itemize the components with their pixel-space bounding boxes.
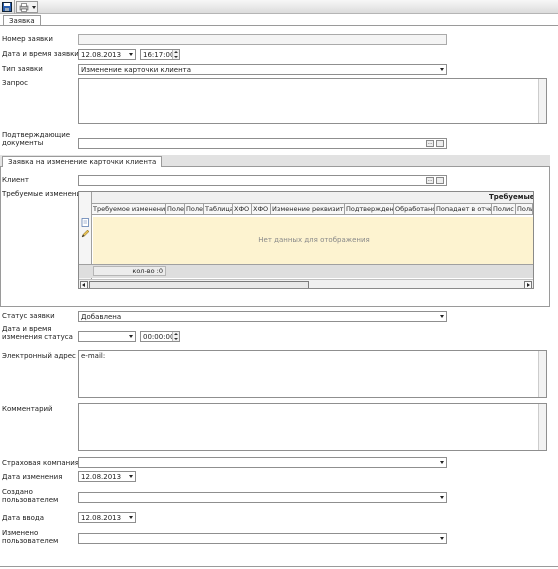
status-change-time-value: 00:00:00 [143, 333, 175, 341]
request-type-value: Изменение карточки клиента [81, 66, 192, 74]
request-time-value: 16:17:00 [143, 51, 175, 59]
request-type-label: Тип заявки [2, 65, 43, 73]
status-select[interactable]: Добавлена [78, 311, 447, 322]
time-spinner[interactable] [172, 332, 179, 341]
scroll-left-icon[interactable] [80, 281, 88, 288]
open-icon[interactable] [436, 177, 444, 184]
chevron-down-icon[interactable] [126, 472, 135, 481]
modified-by-select[interactable] [78, 533, 447, 544]
col-in-report[interactable]: Попадает в отчет [435, 204, 492, 215]
request-datetime-label: Дата и время заявки [2, 50, 79, 58]
input-date-value: 12.08.2013 [81, 514, 122, 522]
created-by-select[interactable] [78, 492, 447, 503]
grid-h-scrollbar[interactable] [79, 279, 533, 288]
confirm-docs-label: Подтверждающие [2, 131, 71, 139]
request-label: Запрос [2, 79, 28, 87]
toolbar [0, 0, 558, 14]
input-date-field[interactable]: 12.08.2013 [78, 512, 136, 523]
change-date-label: Дата изменения [2, 473, 63, 481]
col-table[interactable]: Таблица [204, 204, 233, 215]
comment-textarea[interactable] [78, 403, 547, 451]
col-hfo-2[interactable]: ХФО [252, 204, 271, 215]
print-dropdown-button[interactable] [16, 1, 38, 13]
col-attribute-change[interactable]: Изменение реквизита [271, 204, 345, 215]
request-date-field[interactable]: 12.08.2013 [78, 49, 136, 60]
request-date-value: 12.08.2013 [81, 51, 122, 59]
comment-scrollbar[interactable] [538, 404, 546, 450]
chevron-down-icon[interactable] [126, 332, 135, 341]
created-by-label-2: пользователем [2, 496, 59, 504]
open-icon[interactable] [436, 140, 444, 147]
created-by-label: Создано [2, 488, 33, 496]
change-date-value: 12.08.2013 [81, 473, 122, 481]
dots-button[interactable]: ... [426, 177, 434, 184]
status-change-time-field[interactable]: 00:00:00 [140, 331, 180, 342]
email-scrollbar[interactable] [538, 351, 546, 397]
grid-footer-count: кол-во :0 [93, 266, 166, 276]
status-change-label-2: изменения статуса [2, 333, 73, 341]
input-date-label: Дата ввода [2, 514, 45, 522]
print-icon [19, 3, 29, 14]
status-label: Статус заявки [2, 312, 55, 320]
chevron-down-icon[interactable] [437, 458, 446, 467]
edit-row-icon[interactable] [81, 229, 90, 238]
request-textarea[interactable] [78, 78, 547, 124]
client-label: Клиент [2, 176, 29, 184]
comment-label: Комментарий [2, 405, 53, 413]
grid-empty-text: Нет данных для отображения [258, 236, 370, 244]
chevron-down-icon[interactable] [437, 493, 446, 502]
chevron-down-icon[interactable] [126, 50, 135, 59]
confirm-docs-label-2: документы [2, 139, 44, 147]
request-number-field[interactable] [78, 34, 447, 45]
tab-client-card-change[interactable]: Заявка на изменение карточки клиента [2, 156, 163, 167]
insurer-label: Страховая компания [2, 459, 79, 467]
modified-by-label: Изменено [2, 529, 39, 537]
chevron-down-icon[interactable] [437, 312, 446, 321]
col-confirmed[interactable]: Подтверждено [345, 204, 394, 215]
request-number-label: Номер заявки [2, 35, 53, 43]
col-hfo-1[interactable]: ХФО [233, 204, 252, 215]
email-label: Электронный адрес [2, 352, 76, 360]
status-change-label: Дата и время [2, 325, 52, 333]
change-date-field[interactable]: 12.08.2013 [78, 471, 136, 482]
request-type-select[interactable]: Изменение карточки клиента [78, 64, 447, 75]
add-row-icon[interactable] [81, 218, 90, 227]
confirm-docs-field[interactable]: ... [78, 138, 447, 149]
email-textarea[interactable]: e-mail: [78, 350, 547, 398]
col-policy-1[interactable]: Полис [492, 204, 516, 215]
client-field[interactable]: ... [78, 175, 447, 186]
col-field-2[interactable]: Поле [185, 204, 204, 215]
col-required-change[interactable]: Требуемое изменение [92, 204, 166, 215]
save-icon[interactable] [2, 2, 12, 12]
col-processed[interactable]: Обработано [394, 204, 435, 215]
col-policy-2[interactable]: Полис [516, 204, 533, 215]
col-field-1[interactable]: Поле [166, 204, 185, 215]
chevron-down-icon[interactable] [437, 65, 446, 74]
dots-button[interactable]: ... [426, 140, 434, 147]
grid-band-header: Требуемые и [489, 193, 534, 201]
request-scrollbar[interactable] [538, 79, 546, 123]
insurer-select[interactable] [78, 457, 447, 468]
scroll-right-icon[interactable] [524, 281, 532, 288]
time-spinner[interactable] [172, 50, 179, 59]
chevron-down-icon[interactable] [126, 513, 135, 522]
required-changes-label: Требуемые изменения [2, 190, 86, 198]
chevron-down-icon [32, 6, 36, 9]
request-time-field[interactable]: 16:17:00 [140, 49, 180, 60]
scroll-thumb[interactable] [89, 281, 309, 288]
status-value: Добавлена [81, 313, 122, 321]
status-change-date-field[interactable] [78, 331, 136, 342]
chevron-down-icon[interactable] [437, 534, 446, 543]
modified-by-label-2: пользователем [2, 537, 59, 545]
